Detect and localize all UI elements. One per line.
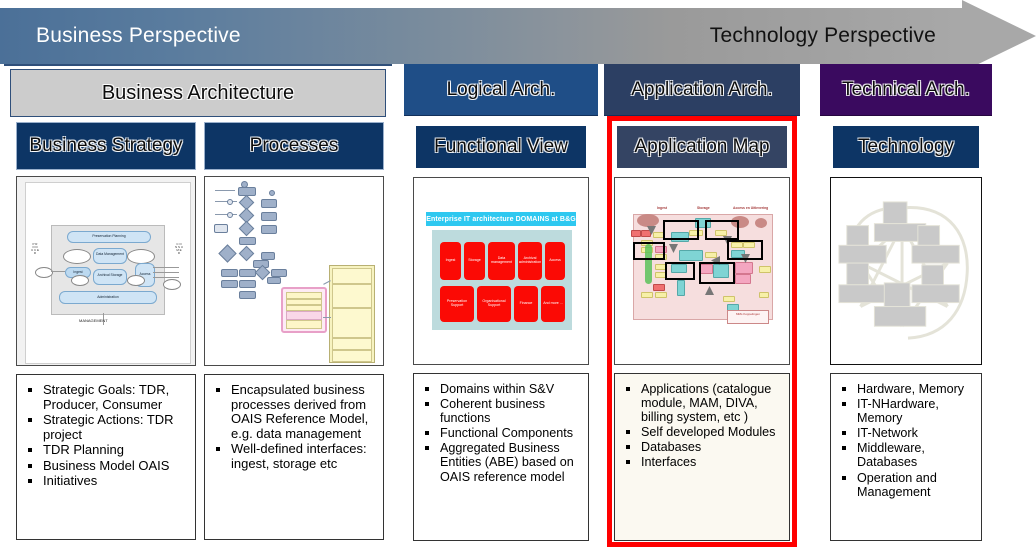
column-title-business-architecture: Business Architecture xyxy=(10,69,386,117)
list-item: Domains within S&V xyxy=(418,382,582,396)
functional-view-banner-label: Enterprise IT architecture DOMAINS at B&… xyxy=(426,212,576,226)
list-item: Business Model OAIS xyxy=(21,458,189,474)
bullets-business-strategy: Strategic Goals: TDR, Producer, Consumer… xyxy=(16,374,196,540)
list-item: Functional Components xyxy=(418,426,582,440)
list-item: IT-NHardware, Memory xyxy=(835,397,975,425)
list-item: Initiatives xyxy=(21,474,189,489)
domain-box: Ingest xyxy=(440,242,461,280)
list-item: Encapsulated business processes derived … xyxy=(209,382,377,441)
functional-view-panel: Ingest Storage Data management Archival … xyxy=(432,230,572,330)
domain-box: And more ... xyxy=(541,286,565,322)
thumbnail-process-flowchart[interactable] xyxy=(204,176,384,366)
list-item: Aggregated Business Entities (ABE) based… xyxy=(418,441,582,484)
domain-box: Organisational Support xyxy=(477,286,511,322)
thumbnail-network-topology[interactable] xyxy=(830,177,982,365)
column-title-technical-architecture: Technical Arch. xyxy=(820,64,992,116)
application-map-art: Ingest Storage Access en Uitlevering MMs… xyxy=(623,200,781,328)
subtitle-business-strategy[interactable]: Business Strategy xyxy=(16,122,196,170)
thumbnail-application-map[interactable]: Ingest Storage Access en Uitlevering MMs… xyxy=(614,177,790,365)
list-item: Strategic Goals: TDR, Producer, Consumer xyxy=(21,382,189,412)
flowchart-art xyxy=(205,177,383,365)
perspective-banner: Business Perspective Technology Perspect… xyxy=(0,0,1036,72)
network-topology-art xyxy=(838,201,969,340)
appmap-header: Access en Uitlevering xyxy=(733,206,769,210)
banner-arrow-head-icon xyxy=(962,0,1036,72)
appmap-header: Ingest xyxy=(657,206,667,210)
architecture-columns: Business Architecture Business Strategy … xyxy=(0,64,1036,550)
list-item: Middleware, Databases xyxy=(835,441,975,469)
technology-perspective-label: Technology Perspective xyxy=(709,24,936,47)
oais-diagram-art: Preservation Planning Data Management In… xyxy=(31,217,183,327)
list-item: Databases xyxy=(619,440,783,454)
bullets-technology: Hardware, Memory IT-NHardware, Memory IT… xyxy=(830,373,982,541)
column-frame xyxy=(4,64,392,66)
domain-box: Access xyxy=(545,242,565,280)
list-item: Operation and Management xyxy=(835,471,975,499)
column-title-application-architecture: Application Arch. xyxy=(604,64,800,116)
appmap-legend-label: MMs Koppelingen xyxy=(735,312,760,316)
appmap-header: Storage xyxy=(697,206,710,210)
list-item: Strategic Actions: TDR project xyxy=(21,412,189,442)
thumbnail-oais-reference-model[interactable]: Preservation Planning Data Management In… xyxy=(16,176,196,366)
domain-box: Finance xyxy=(514,286,538,322)
list-item: TDR Planning xyxy=(21,443,189,458)
list-item: Interfaces xyxy=(619,455,783,469)
bullets-application-map: Applications (catalogue module, MAM, DIV… xyxy=(614,373,790,541)
domain-box: Storage xyxy=(464,242,485,280)
bullets-functional-view: Domains within S&V Coherent business fun… xyxy=(413,373,589,541)
list-item: IT-Network xyxy=(835,426,975,440)
domain-box: Preservation Support xyxy=(440,286,474,322)
bullets-processes: Encapsulated business processes derived … xyxy=(204,374,384,540)
subtitle-functional-view[interactable]: Functional View xyxy=(413,123,589,171)
list-item: Self developed Modules xyxy=(619,425,783,439)
subtitle-technology[interactable]: Technology xyxy=(830,123,982,171)
domain-box: Data management xyxy=(488,242,515,280)
list-item: Applications (catalogue module, MAM, DIV… xyxy=(619,382,783,424)
list-item: Hardware, Memory xyxy=(835,382,975,396)
list-item: Well-defined interfaces: ingest, storage… xyxy=(209,441,377,471)
business-perspective-label: Business Perspective xyxy=(36,24,241,47)
domain-box: Archival administration xyxy=(518,242,542,280)
column-title-logical-architecture: Logical Arch. xyxy=(404,64,598,116)
thumbnail-enterprise-domains[interactable]: Enterprise IT architecture DOMAINS at B&… xyxy=(413,177,589,365)
subtitle-application-map[interactable]: Application Map xyxy=(614,123,790,171)
subtitle-processes[interactable]: Processes xyxy=(204,122,384,170)
list-item: Coherent business functions xyxy=(418,397,582,425)
